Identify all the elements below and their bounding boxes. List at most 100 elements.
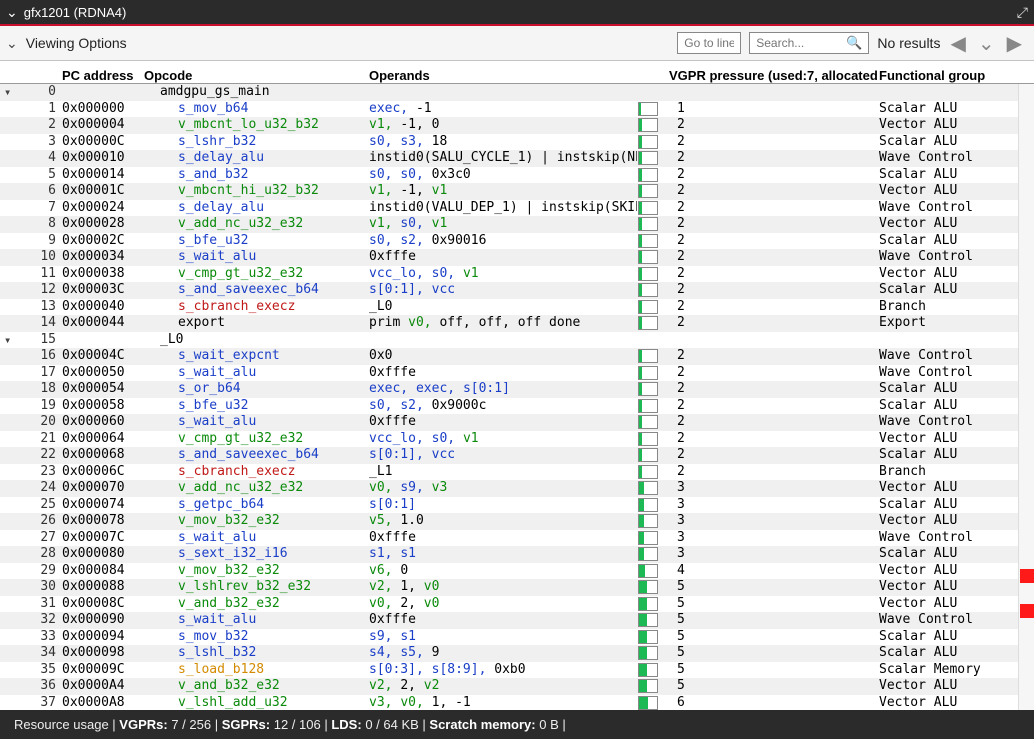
opcode: s_and_saveexec_b64: [142, 447, 367, 464]
scroll-marker[interactable]: [1020, 604, 1034, 618]
disasm-row[interactable]: 100x000034s_wait_alu0xfffe2Wave Control: [0, 249, 1034, 266]
expand-icon[interactable]: ⤢: [1017, 4, 1028, 21]
disasm-row[interactable]: 300x000088v_lshlrev_b32_e32v2, 1, v05Vec…: [0, 579, 1034, 596]
disasm-row[interactable]: 250x000074s_getpc_b64s[0:1]3Scalar ALU: [0, 497, 1034, 514]
search-icon[interactable]: 🔍: [840, 35, 868, 51]
vgpr-bar: [637, 498, 667, 512]
operands: s9, s1: [367, 629, 637, 646]
line-number: 6: [26, 183, 60, 200]
disasm-row[interactable]: 330x000094s_mov_b32s9, s15Scalar ALU: [0, 629, 1034, 646]
header-pc[interactable]: PC address: [60, 68, 142, 83]
disasm-row[interactable]: 120x00003Cs_and_saveexec_b64s[0:1], vcc2…: [0, 282, 1034, 299]
disasm-row[interactable]: 190x000058s_bfe_u32s0, s2, 0x9000c2Scala…: [0, 398, 1034, 415]
line-number: 8: [26, 216, 60, 233]
line-number: 25: [26, 497, 60, 514]
disasm-row[interactable]: 200x000060s_wait_alu0xfffe2Wave Control: [0, 414, 1034, 431]
disasm-row[interactable]: ▾0amdgpu_gs_main: [0, 84, 1034, 101]
operands: vcc_lo, s0, v1: [367, 431, 637, 448]
disasm-row[interactable]: 350x00009Cs_load_b128s[0:3], s[8:9], 0xb…: [0, 662, 1034, 679]
next-down-icon[interactable]: ⌄: [976, 31, 997, 56]
disasm-row[interactable]: 370x0000A8v_lshl_add_u32v3, v0, 1, -16Ve…: [0, 695, 1034, 711]
disasm-row[interactable]: 180x000054s_or_b64exec, exec, s[0:1]2Sca…: [0, 381, 1034, 398]
vgpr-pressure-value: 2: [667, 348, 877, 365]
opcode: s_bfe_u32: [142, 233, 367, 250]
opcode: v_and_b32_e32: [142, 678, 367, 695]
line-number: 18: [26, 381, 60, 398]
vgpr-pressure-value: 3: [667, 497, 877, 514]
operands: s0, s2, 0x9000c: [367, 398, 637, 415]
operands: 0xfffe: [367, 365, 637, 382]
scroll-indicator-track[interactable]: [1018, 84, 1034, 710]
prev-result-icon[interactable]: ◀: [948, 31, 967, 56]
disassembly-body[interactable]: ▾0amdgpu_gs_main10x000000s_mov_b64exec, …: [0, 84, 1034, 710]
opcode: s_cbranch_execz: [142, 299, 367, 316]
expand-triangle-icon[interactable]: ▾: [0, 332, 26, 349]
header-opcode[interactable]: Opcode: [142, 68, 367, 83]
disasm-row[interactable]: 50x000014s_and_b32s0, s0, 0x3c02Scalar A…: [0, 167, 1034, 184]
disasm-row[interactable]: 230x00006Cs_cbranch_execz_L12Branch: [0, 464, 1034, 481]
vgpr-bar: [637, 481, 667, 495]
disasm-row[interactable]: 40x000010s_delay_aluinstid0(SALU_CYCLE_1…: [0, 150, 1034, 167]
disasm-row[interactable]: 10x000000s_mov_b64exec, -11Scalar ALU: [0, 101, 1034, 118]
status-vgprs-value: 7 / 256: [171, 717, 211, 732]
line-number: 37: [26, 695, 60, 711]
disasm-row[interactable]: 70x000024s_delay_aluinstid0(VALU_DEP_1) …: [0, 200, 1034, 217]
opcode: v_mov_b32_e32: [142, 563, 367, 580]
line-number: 31: [26, 596, 60, 613]
functional-group: Wave Control: [877, 348, 1017, 365]
disasm-row[interactable]: 290x000084v_mov_b32_e32v6, 04Vector ALU: [0, 563, 1034, 580]
opcode: s_and_b32: [142, 167, 367, 184]
disasm-row[interactable]: 270x00007Cs_wait_alu0xfffe3Wave Control: [0, 530, 1034, 547]
disasm-row[interactable]: 130x000040s_cbranch_execz_L02Branch: [0, 299, 1034, 316]
disasm-row[interactable]: 260x000078v_mov_b32_e32v5, 1.03Vector AL…: [0, 513, 1034, 530]
disasm-row[interactable]: 60x00001Cv_mbcnt_hi_u32_b32v1, -1, v12Ve…: [0, 183, 1034, 200]
pc-address: 0x000014: [60, 167, 142, 184]
vgpr-pressure-value: 2: [667, 134, 877, 151]
opcode: v_lshlrev_b32_e32: [142, 579, 367, 596]
operands: 0x0: [367, 348, 637, 365]
vgpr-pressure-value: 2: [667, 249, 877, 266]
search-box[interactable]: 🔍: [749, 32, 869, 54]
vgpr-pressure-value: 2: [667, 414, 877, 431]
goto-line-input[interactable]: [677, 32, 741, 54]
disasm-row[interactable]: 240x000070v_add_nc_u32_e32v0, s9, v33Vec…: [0, 480, 1034, 497]
opcode: s_wait_alu: [142, 249, 367, 266]
viewing-options-label[interactable]: Viewing Options: [26, 35, 127, 51]
disasm-row[interactable]: 160x00004Cs_wait_expcnt0x02Wave Control: [0, 348, 1034, 365]
disasm-row[interactable]: 20x000004v_mbcnt_lo_u32_b32v1, -1, 02Vec…: [0, 117, 1034, 134]
opcode: v_cmp_gt_u32_e32: [142, 431, 367, 448]
disasm-row[interactable]: 210x000064v_cmp_gt_u32_e32vcc_lo, s0, v1…: [0, 431, 1034, 448]
disasm-row[interactable]: 310x00008Cv_and_b32_e32v0, 2, v05Vector …: [0, 596, 1034, 613]
opcode: s_load_b128: [142, 662, 367, 679]
pc-address: 0x00004C: [60, 348, 142, 365]
disasm-row[interactable]: 30x00000Cs_lshr_b32s0, s3, 182Scalar ALU: [0, 134, 1034, 151]
vgpr-bar: [637, 118, 667, 132]
disasm-row[interactable]: 80x000028v_add_nc_u32_e32v1, s0, v12Vect…: [0, 216, 1034, 233]
header-functional-group[interactable]: Functional group: [877, 68, 1017, 83]
disasm-row[interactable]: 320x000090s_wait_alu0xfffe5Wave Control: [0, 612, 1034, 629]
expand-triangle-icon[interactable]: ▾: [0, 84, 26, 101]
disasm-row[interactable]: 110x000038v_cmp_gt_u32_e32vcc_lo, s0, v1…: [0, 266, 1034, 283]
disasm-row[interactable]: 360x0000A4v_and_b32_e32v2, 2, v25Vector …: [0, 678, 1034, 695]
next-result-icon[interactable]: ▶: [1005, 31, 1024, 56]
disasm-row[interactable]: 90x00002Cs_bfe_u32s0, s2, 0x900162Scalar…: [0, 233, 1034, 250]
functional-group: Vector ALU: [877, 579, 1017, 596]
search-input[interactable]: [750, 33, 840, 53]
disasm-row[interactable]: 280x000080s_sext_i32_i16s1, s13Scalar AL…: [0, 546, 1034, 563]
line-number: 1: [26, 101, 60, 118]
disasm-row[interactable]: 340x000098s_lshl_b32s4, s5, 95Scalar ALU: [0, 645, 1034, 662]
vgpr-pressure-value: 2: [667, 117, 877, 134]
vgpr-bar: [637, 597, 667, 611]
scroll-marker[interactable]: [1020, 569, 1034, 583]
chevron-down-icon[interactable]: ⌄: [6, 4, 18, 21]
header-vgpr-pressure[interactable]: VGPR pressure (used:7, allocated:12/256): [667, 68, 877, 83]
operands: exec, exec, s[0:1]: [367, 381, 637, 398]
disasm-row[interactable]: 140x000044exportprim v0, off, off, off d…: [0, 315, 1034, 332]
pc-address: 0x000038: [60, 266, 142, 283]
disasm-row[interactable]: 220x000068s_and_saveexec_b64s[0:1], vcc2…: [0, 447, 1034, 464]
disasm-row[interactable]: 170x000050s_wait_alu0xfffe2Wave Control: [0, 365, 1034, 382]
operands: v0, 2, v0: [367, 596, 637, 613]
header-operands[interactable]: Operands: [367, 68, 637, 83]
chevron-down-icon[interactable]: ⌄: [6, 35, 18, 52]
disasm-row[interactable]: ▾15_L0: [0, 332, 1034, 349]
